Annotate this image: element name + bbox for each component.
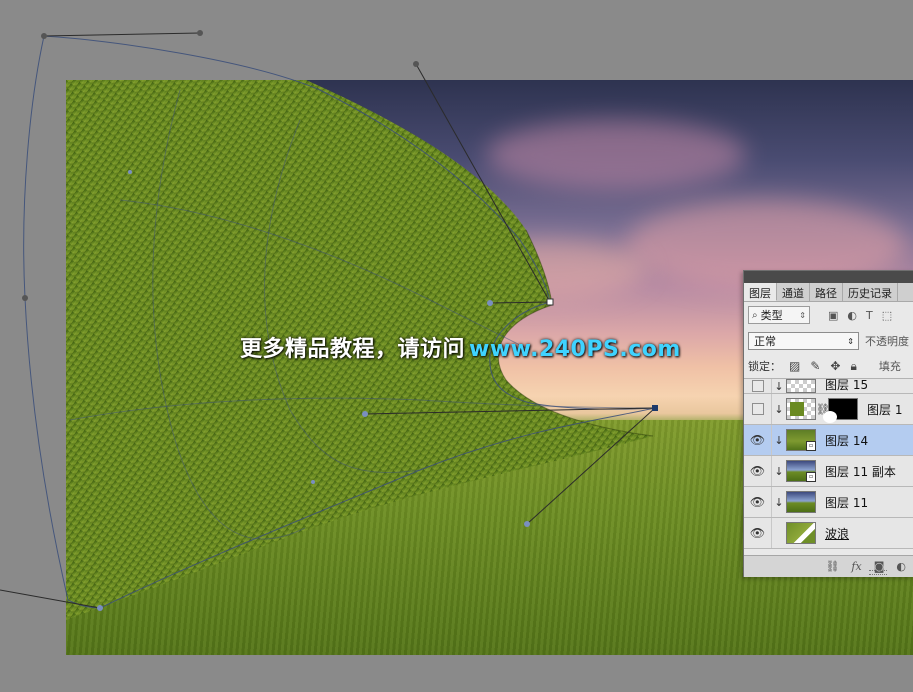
visibility-toggle[interactable]	[744, 394, 772, 424]
watermark: 更多精品教程，请访问 www.240PS.com	[240, 331, 681, 363]
image-filter-icon[interactable]: ▣	[828, 309, 838, 322]
eye-icon: 👁︎	[749, 433, 766, 447]
layer-name: 图层 1	[867, 402, 903, 417]
lock-paint-icon[interactable]: ✎	[810, 359, 820, 374]
layer-row[interactable]: ↓ 图层 15	[744, 379, 913, 394]
panel-tabs: 图层 通道 路径 历史记录	[744, 283, 913, 302]
search-icon: ⌕	[752, 309, 758, 321]
chevron-updown-icon: ⇕	[799, 310, 806, 320]
layer-name: 图层 14	[825, 433, 869, 448]
lock-all-icon[interactable]: 🔒︎	[850, 359, 856, 374]
layer-thumbnail: ▫	[786, 460, 816, 482]
filter-row: ⌕ 类型 ⇕ ▣ ◐ T ⬚	[744, 302, 913, 328]
lock-position-icon[interactable]: ✥	[830, 359, 840, 374]
chevron-updown-icon: ⇕	[847, 336, 854, 346]
blend-row: 正常 ⇕ 不透明度	[744, 328, 913, 354]
layer-name: 图层 15	[825, 379, 869, 392]
layer-mask-thumbnail[interactable]	[823, 398, 858, 423]
lock-row: 锁定： ▨ ✎ ✥ 🔒︎ 填充	[744, 354, 913, 378]
thumb-content	[790, 402, 804, 416]
lock-transparency-icon[interactable]: ▨	[789, 359, 800, 374]
watermark-text: 更多精品教程，请访问	[240, 337, 466, 362]
layer-thumbnail	[786, 379, 816, 393]
tab-paths[interactable]: 路径	[810, 283, 843, 301]
layer-thumbnail: ▫	[786, 429, 816, 451]
smart-object-icon: ▫	[806, 441, 816, 451]
fill-label: 填充	[878, 360, 901, 373]
clip-arrow-icon: ↓	[774, 402, 784, 416]
layer-row[interactable]: 👁︎ ↓ ▫ 图层 11 副本	[744, 456, 913, 487]
tab-channels[interactable]: 通道	[777, 283, 810, 301]
layer-row-selected[interactable]: 👁︎ ↓ ▫ 图层 14	[744, 425, 913, 456]
visibility-toggle[interactable]: 👁︎	[744, 487, 772, 517]
fx-icon[interactable]: fx	[851, 560, 861, 573]
layer-row[interactable]: 👁︎ ↓ 图层 11	[744, 487, 913, 518]
layer-list: ↓ 图层 15 ↓ ⛓ 图层 1 👁︎ ↓ ▫ 图层 14 👁︎ ↓ ▫ 图层 …	[744, 378, 913, 549]
clip-arrow-icon: ↓	[774, 380, 784, 393]
panel-footer: ⛓ fx ◙ ◐	[744, 555, 913, 577]
panel-title-bar[interactable]	[744, 271, 913, 283]
filter-icons: ▣ ◐ T ⬚	[828, 309, 892, 322]
type-filter-icon[interactable]: T	[866, 309, 873, 322]
visibility-toggle[interactable]: 👁︎	[744, 425, 772, 455]
lock-label: 锁定：	[748, 360, 781, 373]
watermark-url: www.240PS.com	[469, 337, 681, 362]
adjustment-filter-icon[interactable]: ◐	[847, 309, 857, 322]
layer-filter-label: 类型	[760, 309, 783, 322]
tab-history[interactable]: 历史记录	[843, 283, 898, 301]
layer-name: 图层 11 副本	[825, 464, 896, 479]
lock-icons: ▨ ✎ ✥ 🔒︎	[789, 359, 857, 374]
layer-thumbnail	[786, 522, 816, 544]
visibility-toggle[interactable]: 👁︎	[744, 518, 772, 548]
eye-icon: 👁︎	[749, 464, 766, 478]
clip-arrow-icon: ↓	[774, 433, 784, 447]
hidden-box-icon	[751, 380, 764, 392]
tab-layers[interactable]: 图层	[744, 283, 777, 301]
clip-arrow-icon: ↓	[774, 464, 784, 478]
visibility-toggle[interactable]: 👁︎	[744, 456, 772, 486]
blend-mode-select[interactable]: 正常 ⇕	[748, 332, 859, 350]
resize-grip[interactable]	[869, 570, 887, 575]
adjustment-icon[interactable]: ◐	[896, 560, 906, 573]
layer-thumbnail	[786, 398, 816, 420]
layer-row[interactable]: 👁︎ 波浪	[744, 518, 913, 549]
layer-row[interactable]: ↓ ⛓ 图层 1	[744, 394, 913, 425]
blend-mode-value: 正常	[754, 335, 776, 348]
layer-filter-select[interactable]: ⌕ 类型 ⇕	[748, 306, 810, 324]
link-icon[interactable]: ⛓	[825, 560, 839, 573]
clip-arrow-icon: ↓	[774, 495, 784, 509]
eye-icon: 👁︎	[749, 495, 766, 509]
eye-icon: 👁︎	[749, 526, 766, 540]
shape-filter-icon[interactable]: ⬚	[882, 309, 892, 322]
layer-name: 波浪	[825, 526, 850, 541]
opacity-label: 不透明度	[865, 335, 909, 348]
visibility-toggle[interactable]	[744, 379, 772, 393]
hidden-box-icon	[751, 403, 764, 415]
smart-object-icon: ▫	[806, 472, 816, 482]
layer-thumbnail	[786, 491, 816, 513]
layers-panel: 图层 通道 路径 历史记录 ⌕ 类型 ⇕ ▣ ◐ T ⬚ 正常 ⇕ 不透明度 锁…	[743, 270, 913, 577]
layer-name: 图层 11	[825, 495, 869, 510]
